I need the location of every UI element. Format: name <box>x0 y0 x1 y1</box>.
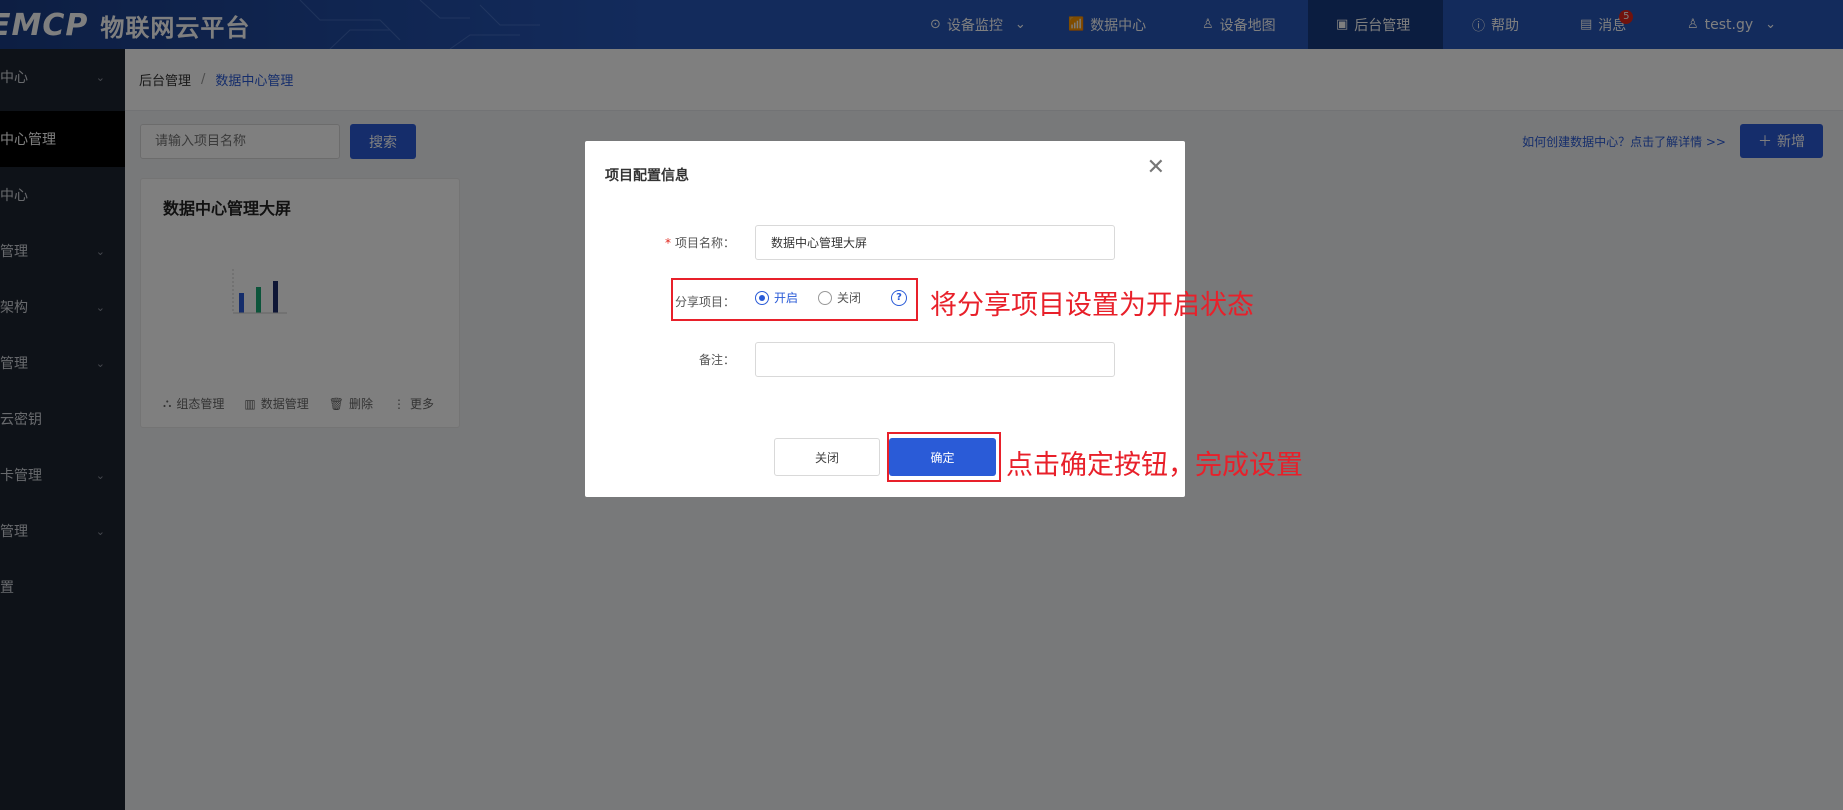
remark-label: 备注： <box>698 353 735 367</box>
close-icon[interactable]: ✕ <box>1147 157 1165 179</box>
remark-input[interactable] <box>755 342 1115 377</box>
annotation-share-note: 将分享项目设置为开启状态 <box>930 290 1254 321</box>
highlight-confirm-button <box>887 432 1001 482</box>
project-name-label: * 项目名称： <box>625 234 735 251</box>
modal-title: 项目配置信息 <box>605 168 689 184</box>
required-marker: * <box>664 236 671 250</box>
label-text: 项目名称： <box>674 236 735 250</box>
highlight-share-row <box>671 278 918 321</box>
annotation-confirm-note: 点击确定按钮，完成设置 <box>1006 450 1303 481</box>
cancel-button[interactable]: 关闭 <box>774 438 880 476</box>
project-name-input[interactable]: 数据中心管理大屏 <box>755 225 1115 260</box>
